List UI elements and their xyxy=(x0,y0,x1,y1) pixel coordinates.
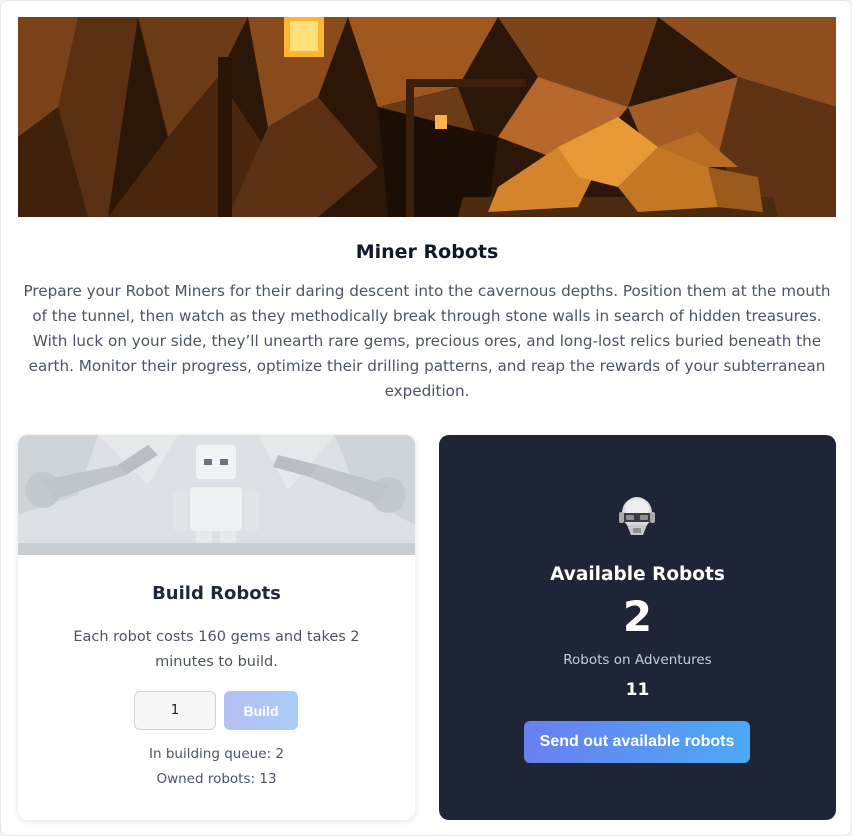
robots-on-adventures-count: 11 xyxy=(625,680,650,700)
robot-factory-image xyxy=(18,435,415,555)
robot-head-icon xyxy=(617,495,657,543)
build-button[interactable]: Build xyxy=(224,691,298,730)
page-title: Miner Robots xyxy=(355,241,499,263)
available-robots-count: 2 xyxy=(622,592,653,641)
build-robots-title: Build Robots xyxy=(152,583,281,604)
build-robots-card: Build Robots Each robot costs 160 gems a… xyxy=(18,435,415,820)
building-queue-text: In building queue: 2 xyxy=(149,746,284,762)
page: Miner Robots Prepare your Robot Miners f… xyxy=(0,0,852,836)
available-robots-card: Available Robots 2 Robots on Adventures … xyxy=(439,435,836,820)
send-out-robots-button[interactable]: Send out available robots xyxy=(524,721,750,763)
owned-robots-text: Owned robots: 13 xyxy=(156,771,277,787)
hero-mine-image xyxy=(18,17,836,217)
available-robots-title: Available Robots xyxy=(550,564,725,585)
robot-quantity-input[interactable] xyxy=(134,691,216,730)
build-cost-description: Each robot costs 160 gems and takes 2 mi… xyxy=(73,629,360,670)
robots-on-adventures-label: Robots on Adventures xyxy=(563,652,712,668)
page-description: Prepare your Robot Miners for their dari… xyxy=(23,282,831,400)
